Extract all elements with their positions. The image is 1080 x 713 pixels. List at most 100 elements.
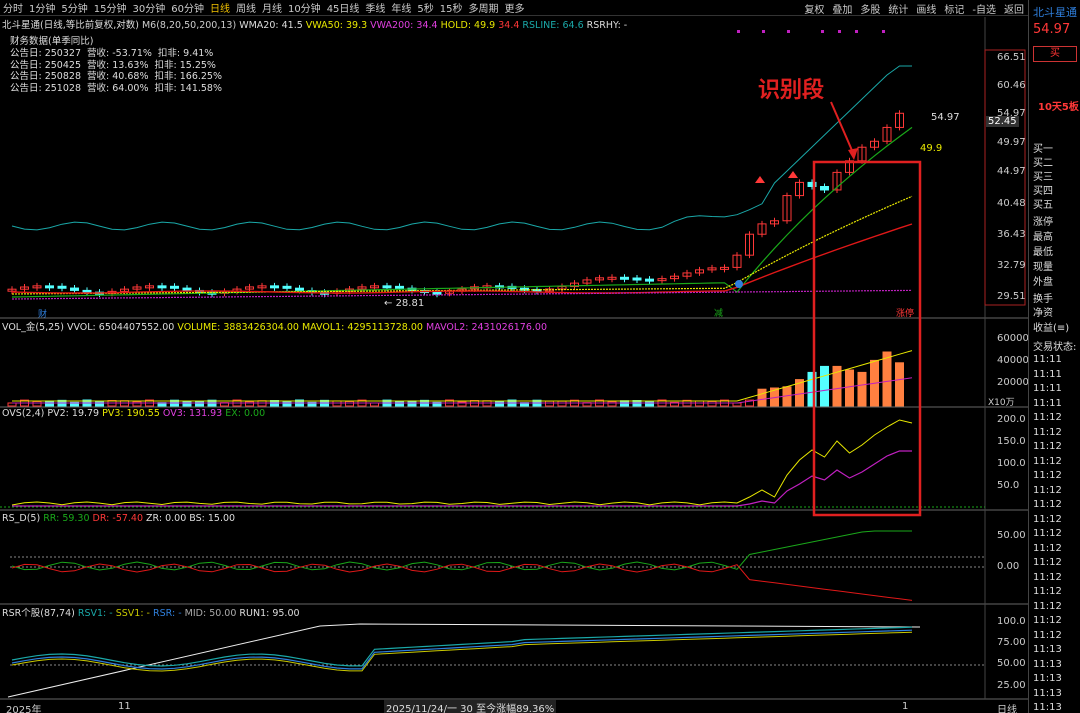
trade-time: 11:13 [1033, 644, 1062, 655]
trade-time: 11:12 [1033, 600, 1062, 612]
top-marker [882, 30, 885, 33]
y-tick-label: 66.51 [997, 52, 1026, 63]
pv3-value: PV3: 190.55 [102, 408, 160, 419]
volume-bar [607, 401, 617, 407]
bs-value: BS: 15.00 [189, 513, 236, 524]
pv3-line [11, 419, 913, 506]
trade-time: 11:12 [1033, 426, 1062, 438]
quote-row-label: 最高 [1033, 232, 1053, 243]
candle [645, 278, 654, 282]
trade-time: 11:12 [1033, 615, 1062, 626]
y-tick-label: 50.00 [997, 530, 1026, 541]
quote-row-label: 最低 [1033, 247, 1053, 258]
vol-title: VOL_金(5,25) [2, 322, 64, 333]
mavol2-value: MAVOL2: 2431026176.00 [426, 322, 548, 333]
stock-chart-title: 北斗星通(日线,等比前复权,对数) [2, 20, 139, 31]
x-label-jan: 1 [902, 701, 909, 712]
y-tick-label: 150.0 [997, 436, 1026, 447]
volume-bar [757, 388, 767, 407]
x-status-range: 2025/11/24/一 30 至今涨幅89.36% [384, 700, 557, 713]
y-tick-label: 40000 [997, 355, 1029, 366]
rsd-title: RS_D(5) [2, 513, 41, 524]
trade-time: 11:12 [1033, 455, 1062, 467]
trade-time: 11:13 [1033, 687, 1062, 699]
volume-bar [857, 371, 867, 407]
finance-row: 公告日: 250425 营收: 13.63% 扣非: 15.25% [10, 59, 216, 71]
quote-row-label: 买二 [1033, 158, 1053, 169]
signal-dot [735, 280, 743, 288]
y-tick-label: 100.0 [997, 458, 1026, 469]
y-tick-label: 44.97 [997, 166, 1026, 177]
volume-bar [820, 365, 829, 407]
vol-unit: X10万 [988, 398, 1015, 408]
pv2-value: PV2: 19.79 [47, 408, 100, 419]
x-label-month: 11 [118, 701, 131, 712]
last-price-label: 54.97 [931, 112, 960, 123]
y-tick-label: 25.00 [997, 680, 1026, 691]
trade-time: 11:12 [1033, 571, 1062, 583]
y-tick-label: 60.46 [997, 80, 1026, 91]
run1-line [7, 623, 921, 698]
volume-bar [132, 401, 142, 407]
quote-row-label: 买一 [1033, 144, 1053, 155]
trade-time: 11:11 [1033, 354, 1062, 365]
rsr-panel-header: RSR个股(87,74) RSV1: - SSV1: - RSR: - MID:… [2, 605, 300, 619]
volume-bar [395, 400, 404, 407]
finance-block: 财务数据(单季同比) 公告日: 250327 营收: -53.71% 扣非: 9… [10, 36, 222, 95]
trade-time: 11:11 [1033, 383, 1062, 394]
finance-row: 公告日: 250828 营收: 40.68% 扣非: 166.25% [10, 71, 222, 83]
y-tick-label: 54.97 [997, 108, 1026, 119]
volume-bar [557, 400, 567, 407]
volume-bar [882, 351, 892, 407]
trade-time: 11:12 [1033, 441, 1062, 452]
trade-time: 11:12 [1033, 629, 1062, 641]
y-tick-label: 32.79 [997, 260, 1026, 271]
trade-time: 11:12 [1033, 586, 1062, 597]
candle [382, 285, 392, 289]
trade-time: 11:12 [1033, 557, 1062, 568]
candle [182, 287, 192, 291]
dr-value: DR: -57.40 [92, 513, 144, 524]
x-period-label: 日线 [997, 705, 1017, 713]
hold-b-value: 34.4 [498, 20, 520, 31]
y-tick-label: 40.48 [997, 198, 1026, 209]
trade-time: 11:13 [1033, 658, 1062, 670]
vvol-value: VVOL: 6504407552.00 [66, 322, 175, 333]
y-tick-label: 50.0 [997, 480, 1020, 491]
buy-button[interactable]: 买 [1033, 46, 1077, 62]
rsr-value: RSR: - [153, 608, 182, 619]
volume-bar [895, 362, 904, 407]
candle [170, 285, 179, 289]
vwa200-value: VWA200: 34.4 [370, 20, 438, 31]
reduce-tag: 减 [714, 309, 724, 319]
ma-red-line [11, 223, 913, 294]
y-tick-label: 200.0 [997, 414, 1026, 425]
quote-row-label: 买五 [1033, 200, 1053, 211]
candle [632, 277, 642, 281]
sidebar-stock-name: 北斗星通 [1033, 6, 1077, 19]
y-tick-label: 100.0 [997, 616, 1026, 627]
top-marker [821, 30, 824, 33]
vol-panel-header: VOL_金(5,25) VVOL: 6504407552.00 VOLUME: … [2, 319, 547, 333]
annotation-box [812, 160, 922, 517]
trade-time: 11:12 [1033, 484, 1062, 496]
volume-bar [345, 400, 354, 407]
quote-row-label: 涨停 [1033, 217, 1053, 228]
finance-title: 财务数据(单季同比) [10, 36, 94, 47]
y-tick-label: 0.00 [997, 561, 1020, 572]
signal-triangle [788, 171, 798, 178]
quote-row-label: 外盘 [1033, 277, 1053, 288]
quote-row-label: 净资 [1033, 308, 1053, 319]
quote-row-label: 换手 [1033, 294, 1053, 305]
rsline-value: RSLINE: 64.6 [522, 20, 584, 31]
volume-bar [195, 400, 204, 407]
trade-time: 11:12 [1033, 528, 1062, 539]
quote-row-label: 买四 [1033, 186, 1053, 197]
quote-sidebar: 北斗星通 54.97 买 10天5板 买一 买二 买三 买四 买五 涨停 最高 最低 现量 外盘换… [1028, 0, 1080, 713]
trade-time: 11:13 [1033, 673, 1062, 684]
main-panel-header: 北斗星通(日线,等比前复权,对数) M6(8,20,50,200,13) WMA… [2, 17, 627, 31]
hold-price-label: 49.9 [920, 143, 943, 154]
volume-value: VOLUME: 3883426304.00 [177, 322, 299, 333]
quote-row-label: 交易状态: [1033, 342, 1077, 353]
rsd-panel-header: RS_D(5) RR: 59.30 DR: -57.40 ZR: 0.00 BS… [2, 513, 235, 524]
